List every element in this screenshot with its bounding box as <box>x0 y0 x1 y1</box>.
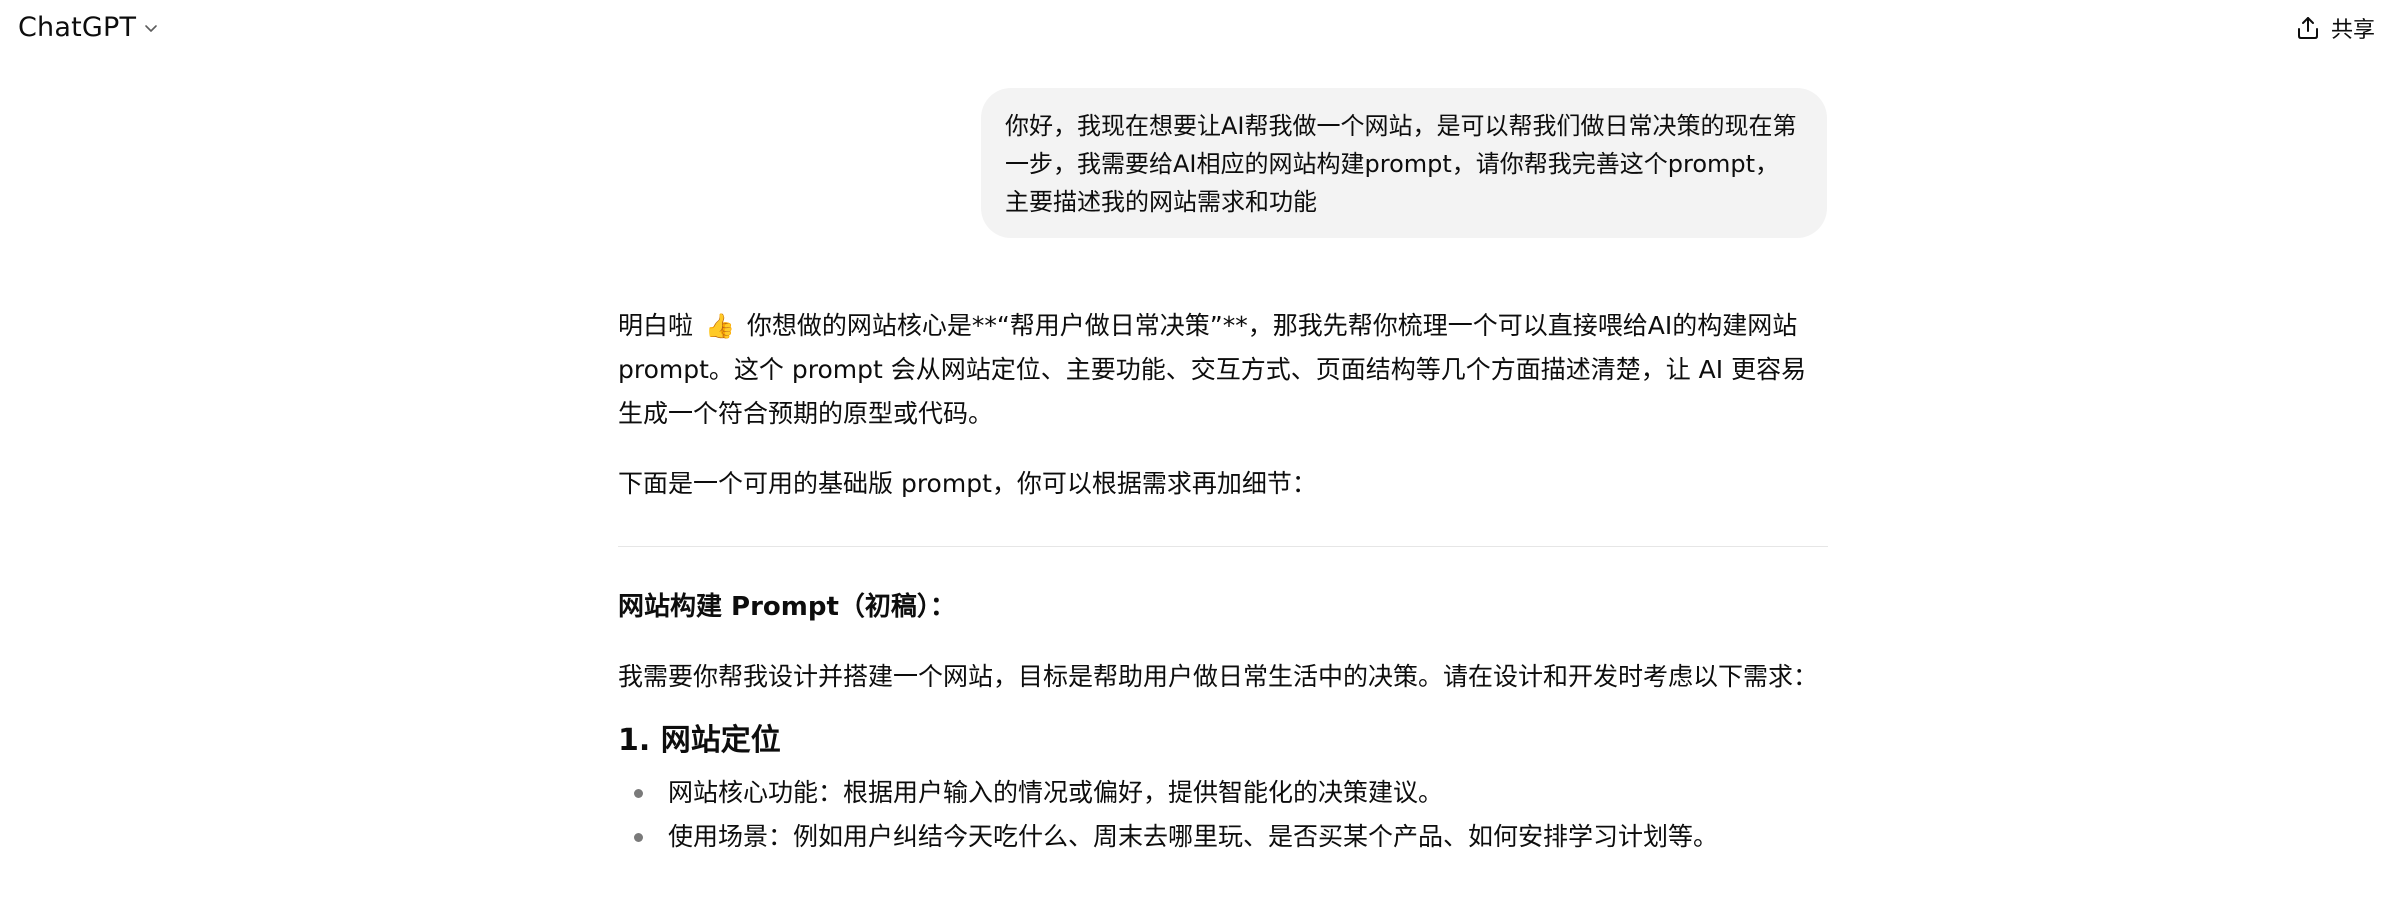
chevron-down-icon <box>145 24 158 32</box>
intro-text-start: 明白啦 <box>618 311 694 340</box>
assistant-intro-paragraph: 明白啦 👍 你想做的网站核心是**“帮用户做日常决策”**，那我先帮你梳理一个可… <box>618 304 1828 436</box>
bullet-dot <box>634 789 643 798</box>
prompt-title: 网站构建 Prompt（初稿）： <box>618 592 956 622</box>
bullet-dot <box>634 833 643 842</box>
assistant-message: 明白啦 👍 你想做的网站核心是**“帮用户做日常决策”**，那我先帮你梳理一个可… <box>618 304 1828 859</box>
user-message-text: 你好，我现在想要让AI帮我做一个网站，是可以帮我们做日常决策的现在第一步，我需要… <box>1005 112 1797 216</box>
thumbs-up-icon: 👍 <box>704 312 735 340</box>
list-item-text: 使用场景：例如用户纠结今天吃什么、周末去哪里玩、是否买某个产品、如何安排学习计划… <box>668 822 1719 851</box>
list-item: 使用场景：例如用户纠结今天吃什么、周末去哪里玩、是否买某个产品、如何安排学习计划… <box>618 815 1828 859</box>
prompt-intro-paragraph: 我需要你帮我设计并搭建一个网站，目标是帮助用户做日常生活中的决策。请在设计和开发… <box>618 662 1819 691</box>
top-bar: ChatGPT 共享 <box>0 0 2395 56</box>
model-switcher[interactable]: ChatGPT <box>14 10 164 45</box>
divider <box>618 546 1828 547</box>
list-item-text: 网站核心功能：根据用户输入的情况或偏好，提供智能化的决策建议。 <box>668 778 1444 807</box>
share-label: 共享 <box>2330 18 2375 43</box>
intro-text-rest: 你想做的网站核心是**“帮用户做日常决策”**，那我先帮你梳理一个可以直接喂给A… <box>618 311 1807 428</box>
section-heading: 1. 网站定位 <box>618 723 781 758</box>
list-item: 网站核心功能：根据用户输入的情况或偏好，提供智能化的决策建议。 <box>618 771 1828 815</box>
share-button[interactable]: 共享 <box>2295 12 2375 44</box>
model-name: ChatGPT <box>18 12 137 43</box>
user-message-bubble: 你好，我现在想要让AI帮我做一个网站，是可以帮我们做日常决策的现在第一步，我需要… <box>981 88 1827 238</box>
bullet-list: 网站核心功能：根据用户输入的情况或偏好，提供智能化的决策建议。 使用场景：例如用… <box>618 771 1828 859</box>
assistant-lead-paragraph: 下面是一个可用的基础版 prompt，你可以根据需求再加细节： <box>618 469 1317 498</box>
share-icon <box>2297 17 2318 39</box>
